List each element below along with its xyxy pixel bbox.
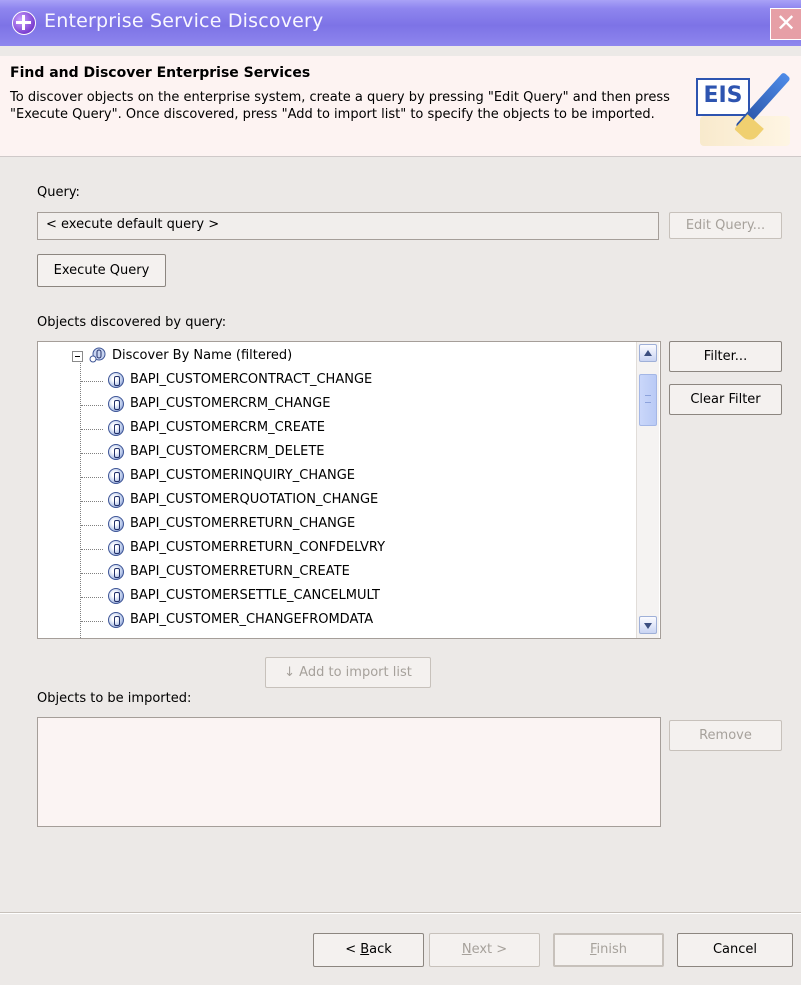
next-mnemonic: N — [461, 942, 472, 957]
business-object-icon — [108, 516, 124, 532]
tree-scrollbar[interactable] — [636, 342, 659, 638]
cancel-label: Cancel — [712, 942, 758, 957]
business-object-icon — [108, 492, 124, 508]
remove-button[interactable]: Remove — [669, 720, 782, 751]
import-objects-label: Objects to be imported: — [37, 691, 192, 706]
discovered-objects-label: Objects discovered by query: — [37, 315, 227, 330]
collapse-icon[interactable] — [72, 351, 83, 362]
tree-connector — [81, 429, 103, 430]
title-bar[interactable]: Enterprise Service Discovery ✕ — [0, 0, 801, 46]
tree-item-label: BAPI_CUSTOMERCRM_CREATE — [130, 420, 326, 435]
eis-logo-label: EIS — [696, 78, 750, 116]
business-object-icon — [108, 612, 124, 628]
tree-connector — [81, 381, 103, 382]
tree-connector — [81, 573, 103, 574]
tree-item-label: BAPI_CUSTOMERSETTLE_CANCELMULT — [130, 588, 380, 603]
tree-connector — [81, 405, 103, 406]
business-object-icon — [108, 540, 124, 556]
filter-button[interactable]: Filter... — [669, 341, 782, 372]
tree-item-label: BAPI_CUSTOMERCRM_DELETE — [130, 444, 325, 459]
finish-rest: inish — [596, 942, 628, 957]
clear-filter-label: Clear Filter — [690, 392, 761, 407]
back-rest: ack — [369, 942, 392, 957]
business-object-icon — [108, 564, 124, 580]
tree-connector — [81, 477, 103, 478]
business-object-icon — [108, 420, 124, 436]
scroll-down-button[interactable] — [639, 616, 657, 634]
edit-query-button[interactable]: Edit Query... — [669, 212, 782, 239]
execute-query-label: Execute Query — [53, 263, 150, 278]
clear-filter-button[interactable]: Clear Filter — [669, 384, 782, 415]
next-rest: ext > — [471, 942, 508, 957]
query-label: Query: — [37, 185, 80, 200]
back-button[interactable]: < Back — [313, 933, 424, 967]
tree-connector — [81, 525, 103, 526]
window-title: Enterprise Service Discovery — [44, 10, 324, 32]
close-button[interactable]: ✕ — [770, 8, 801, 40]
tree-item-label: BAPI_CUSTOMERRETURN_CONFDELVRY — [130, 540, 386, 555]
wizard-header-banner: Find and Discover Enterprise Services To… — [0, 56, 801, 157]
scroll-thumb[interactable] — [639, 374, 657, 426]
tree-root-label: Discover By Name (filtered) — [112, 348, 293, 363]
page-title: Find and Discover Enterprise Services — [10, 65, 311, 81]
scroll-up-button[interactable] — [639, 344, 657, 362]
business-object-icon — [108, 468, 124, 484]
discovered-objects-tree[interactable]: Discover By Name (filtered) BAPI_CUSTOME… — [37, 341, 661, 639]
add-to-import-list-label: ↓ Add to import list — [284, 665, 412, 680]
business-object-icon — [108, 396, 124, 412]
business-object-icon — [108, 372, 124, 388]
tree-connector — [81, 453, 103, 454]
tree-item-label: BAPI_CUSTOMERQUOTATION_CHANGE — [130, 492, 379, 507]
discover-folder-icon — [89, 347, 106, 363]
tree-item-label: BAPI_CUSTOMER_CHANGEFROMDATA — [130, 612, 374, 627]
back-mnemonic: B — [360, 942, 370, 957]
filter-label: Filter... — [703, 349, 748, 364]
finish-button[interactable]: Finish — [553, 933, 664, 967]
query-field: < execute default query > — [37, 212, 659, 240]
enterprise-service-discovery-dialog: Enterprise Service Discovery ✕ Find and … — [0, 0, 801, 985]
back-label: < Back — [314, 934, 423, 957]
eclipse-app-icon — [12, 11, 36, 35]
tree-item-label: BAPI_CUSTOMERCRM_CHANGE — [130, 396, 331, 411]
finish-label: Finish — [555, 935, 662, 957]
arrow-up-icon — [644, 350, 652, 356]
query-value: < execute default query > — [46, 217, 220, 232]
business-object-icon — [108, 444, 124, 460]
footer-separator — [0, 912, 801, 914]
arrow-down-icon — [644, 623, 652, 629]
next-label: Next > — [430, 934, 539, 957]
objects-to-import-list[interactable] — [37, 717, 661, 827]
back-prefix: < — [345, 942, 361, 957]
tree-item-label: BAPI_CUSTOMERINQUIRY_CHANGE — [130, 468, 356, 483]
business-object-icon — [108, 588, 124, 604]
next-button[interactable]: Next > — [429, 933, 540, 967]
tree-item-label: BAPI_CUSTOMERRETURN_CREATE — [130, 564, 350, 579]
tree-connector — [81, 621, 103, 622]
edit-query-label: Edit Query... — [685, 218, 766, 233]
page-description: To discover objects on the enterprise sy… — [10, 90, 670, 122]
add-to-import-list-button[interactable]: ↓ Add to import list — [265, 657, 431, 688]
tree-connector — [81, 549, 103, 550]
tree-item-label: BAPI_CUSTOMERCONTRACT_CHANGE — [130, 372, 373, 387]
cancel-button[interactable]: Cancel — [677, 933, 793, 967]
tree-item-label: BAPI_CUSTOMERRETURN_CHANGE — [130, 516, 356, 531]
tree-connector — [81, 597, 103, 598]
execute-query-button[interactable]: Execute Query — [37, 254, 166, 287]
tree-connector — [81, 501, 103, 502]
eis-wizard-icon: EIS — [694, 64, 792, 150]
remove-label: Remove — [699, 728, 752, 743]
